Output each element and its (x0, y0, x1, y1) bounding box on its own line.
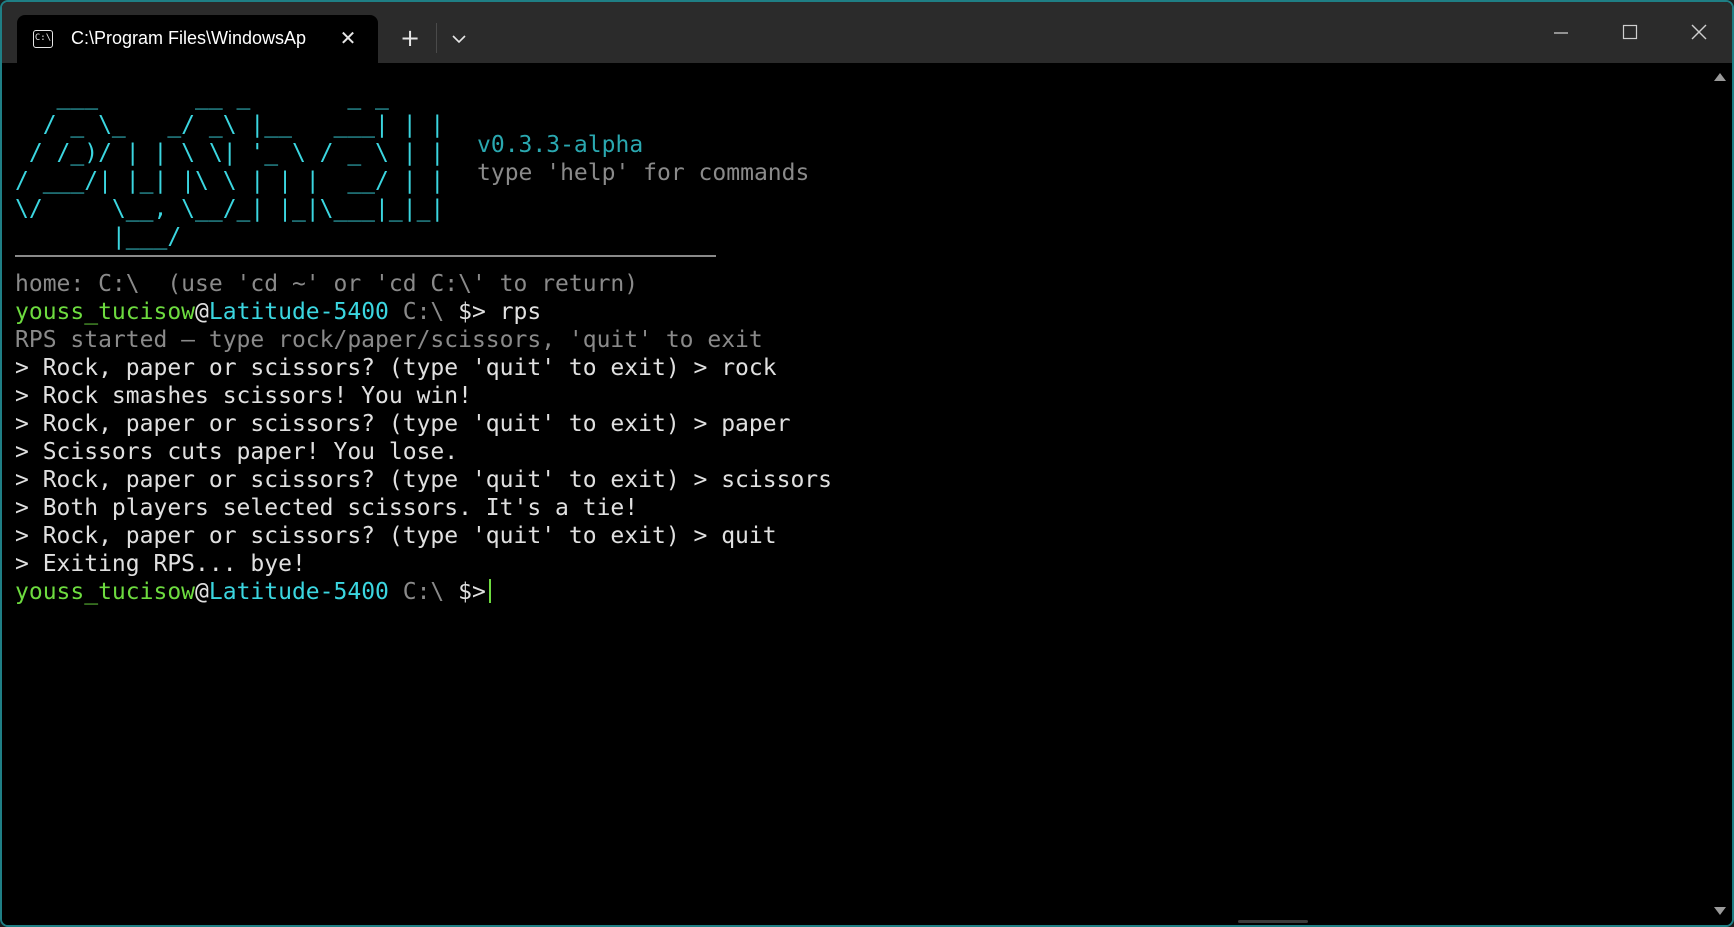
minimize-icon[interactable] (1538, 14, 1584, 50)
scroll-up-icon[interactable] (1714, 73, 1726, 81)
output-line: > Scissors cuts paper! You lose. (15, 439, 459, 465)
vertical-scrollbar[interactable] (1706, 63, 1732, 925)
prompt-host: Latitude-5400 (208, 299, 389, 325)
prompt-symbol: $> (458, 299, 486, 325)
output-line: > Rock, paper or scissors? (type 'quit' … (15, 523, 777, 549)
prompt-at: @ (195, 299, 209, 325)
prompt-cwd: C:\ (388, 579, 459, 605)
tab-separator (436, 23, 437, 53)
output-line: > Exiting RPS... bye! (15, 551, 306, 577)
new-tab-icon[interactable]: + (393, 22, 427, 56)
banner-divider (15, 255, 716, 257)
command-text: rps (485, 299, 542, 325)
resize-grip (1238, 920, 1308, 923)
chevron-down-icon[interactable] (442, 22, 476, 56)
prompt-host: Latitude-5400 (208, 579, 389, 605)
rps-started-line: RPS started — type rock/paper/scissors, … (15, 327, 763, 353)
output-line: > Rock, paper or scissors? (type 'quit' … (15, 467, 832, 493)
text-cursor (488, 579, 491, 603)
close-window-icon[interactable] (1676, 14, 1722, 50)
tab-active[interactable]: C:\ C:\Program Files\WindowsAp ✕ (17, 15, 378, 63)
active-prompt-line[interactable]: youss_tucisow@Latitude-5400 C:\ $> (15, 578, 491, 606)
prompt-at: @ (195, 579, 209, 605)
title-bar[interactable]: C:\ C:\Program Files\WindowsAp ✕ + (2, 2, 1732, 63)
prompt-cwd: C:\ (388, 299, 459, 325)
maximize-icon[interactable] (1607, 14, 1653, 50)
prompt-user: youss_tucisow (15, 579, 196, 605)
home-line: home: C:\ (use 'cd ~' or 'cd C:\' to ret… (15, 271, 639, 297)
tab-title: C:\Program Files\WindowsAp (71, 28, 307, 48)
pyshell-ascii-logo: ___ __ _ _ _ / _ \_ _/ _\ |__ ___| | | /… (15, 84, 445, 250)
prompt-symbol: $> (458, 579, 486, 605)
output-line: > Rock, paper or scissors? (type 'quit' … (15, 355, 777, 381)
scroll-down-icon[interactable] (1714, 907, 1726, 915)
terminal-window: C:\ C:\Program Files\WindowsAp ✕ + ___ _… (0, 0, 1734, 927)
output-line: > Rock smashes scissors! You win! (15, 383, 472, 409)
prompt-user: youss_tucisow (15, 299, 196, 325)
output-line: > Both players selected scissors. It's a… (15, 495, 639, 521)
output-line: > Rock, paper or scissors? (type 'quit' … (15, 411, 791, 437)
version-text: v0.3.3-alpha (477, 132, 644, 158)
help-hint: type 'help' for commands (477, 160, 810, 186)
close-tab-icon[interactable]: ✕ (334, 24, 362, 52)
terminal-icon: C:\ (33, 30, 53, 48)
terminal-output[interactable]: ___ __ _ _ _ / _ \_ _/ _\ |__ ___| | | /… (2, 63, 1710, 925)
prompt-line: youss_tucisow@Latitude-5400 C:\ $> rps (15, 298, 541, 326)
